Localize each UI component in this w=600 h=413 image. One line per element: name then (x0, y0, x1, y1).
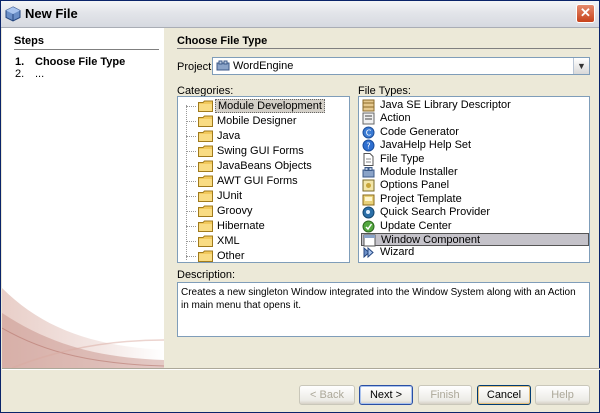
folder-icon (198, 220, 213, 232)
help-icon: ? (362, 139, 375, 152)
folder-icon (198, 175, 213, 187)
button-bar-divider-highlight (2, 369, 600, 370)
category-label: Swing GUI Forms (217, 145, 304, 157)
tree-branch-line (186, 226, 196, 227)
file-type-item[interactable]: Module Installer (361, 166, 589, 179)
file-type-label: Quick Search Provider (380, 206, 491, 219)
file-type-label: Module Installer (380, 166, 458, 178)
cancel-button[interactable]: Cancel (477, 385, 531, 405)
steps-divider (14, 49, 159, 50)
category-label: Groovy (217, 205, 253, 217)
folder-icon (198, 205, 213, 217)
help-button[interactable]: Help (535, 385, 590, 405)
category-label: Mobile Designer (217, 115, 297, 127)
tree-branch-line (186, 181, 196, 182)
description-label: Description: (177, 269, 236, 281)
window-component-icon (363, 234, 376, 247)
folder-icon (198, 115, 213, 127)
quick-search-icon (362, 206, 375, 219)
action-icon (362, 112, 375, 125)
project-label: Project: (177, 61, 215, 73)
tree-branch-line (186, 196, 196, 197)
tree-branch-line (186, 166, 196, 167)
category-label: XML (217, 235, 240, 247)
category-label: Hibernate (217, 220, 265, 232)
file-type-item[interactable]: Window Component (361, 233, 589, 247)
svg-text:C: C (366, 128, 372, 137)
svg-text:?: ? (366, 142, 370, 151)
folder-icon (198, 190, 213, 202)
category-label: JavaBeans Objects (217, 160, 312, 172)
file-type-item[interactable]: Project Template (361, 193, 589, 206)
page-title: Choose File Type (177, 35, 268, 47)
file-type-label: JavaHelp Help Set (380, 139, 472, 152)
project-value: WordEngine (233, 60, 294, 72)
update-center-icon (362, 220, 375, 233)
step-item: 1. Choose File Type (15, 56, 126, 68)
title-divider (177, 48, 591, 49)
next-button[interactable]: Next > (359, 385, 413, 405)
file-type-item[interactable]: ? JavaHelp Help Set (361, 139, 589, 152)
module-installer-icon (362, 167, 375, 178)
code-generator-icon: C (362, 126, 375, 139)
file-type-item[interactable]: Update Center (361, 220, 589, 233)
steps-pane: Steps 1. Choose File Type 2.... (2, 28, 164, 368)
description-text: Creates a new singleton Window integrate… (177, 282, 590, 337)
category-label: Other (217, 250, 245, 262)
steps-title: Steps (14, 35, 44, 47)
file-type-icon (363, 152, 374, 166)
tree-branch-line (186, 211, 196, 212)
library-icon (362, 99, 375, 112)
category-label: Module Development (215, 99, 325, 113)
tree-branch-line (186, 151, 196, 152)
file-types-list[interactable]: Java SE Library Descriptor Action C Code Ge… (358, 96, 590, 263)
project-icon (216, 60, 230, 71)
step-item: 2.... (15, 68, 45, 80)
category-label: AWT GUI Forms (217, 175, 298, 187)
netbeans-cube-icon (5, 6, 21, 22)
file-type-label: Update Center (380, 219, 452, 232)
close-button[interactable]: ✕ (576, 4, 595, 23)
category-label: Java (217, 130, 241, 142)
categories-tree[interactable]: Module Development Mobile Designer Java Swi… (177, 96, 350, 263)
folder-icon (198, 130, 213, 142)
project-combobox[interactable]: WordEngine ▼ (212, 57, 590, 75)
file-type-label: Window Component (381, 234, 481, 246)
file-type-item[interactable]: Java SE Library Descriptor (361, 99, 589, 112)
finish-button[interactable]: Finish (418, 385, 472, 405)
file-type-label: Options Panel (380, 179, 450, 192)
options-panel-icon (362, 179, 375, 192)
folder-icon (198, 235, 213, 247)
back-button[interactable]: < Back (299, 385, 355, 405)
folder-icon (198, 100, 213, 112)
category-label: JUnit (217, 190, 243, 202)
new-file-dialog: New File ✕ Steps 1. Choose File Type 2...… (0, 0, 600, 413)
tree-branch-line (186, 106, 196, 107)
file-type-item[interactable]: File Type (361, 152, 589, 166)
tree-branch-line (186, 241, 196, 242)
file-type-label: Code Generator (380, 125, 459, 138)
file-type-label: Project Template (380, 192, 462, 205)
file-type-item[interactable]: Options Panel (361, 179, 589, 192)
wizard-icon (363, 247, 374, 259)
window-title: New File (25, 6, 78, 21)
folder-icon (198, 145, 213, 157)
file-type-item[interactable]: Action (361, 112, 589, 125)
tree-branch-line (186, 121, 196, 122)
file-type-item[interactable]: Quick Search Provider (361, 206, 589, 219)
file-type-label: Java SE Library Descriptor (380, 99, 511, 111)
file-type-label: Action (380, 112, 411, 125)
file-type-label: Wizard (380, 246, 415, 259)
project-template-icon (362, 194, 375, 206)
folder-icon (198, 160, 213, 172)
tree-branch-line (186, 136, 196, 137)
folder-icon (198, 250, 213, 262)
file-type-item[interactable]: C Code Generator (361, 126, 589, 139)
file-type-item[interactable]: Wizard (361, 246, 589, 259)
chevron-down-icon[interactable]: ▼ (573, 58, 589, 74)
file-type-label: File Type (380, 152, 425, 165)
tree-branch-line (186, 256, 196, 257)
title-bar[interactable]: New File ✕ (1, 1, 599, 28)
tree-guide-line (186, 105, 187, 260)
